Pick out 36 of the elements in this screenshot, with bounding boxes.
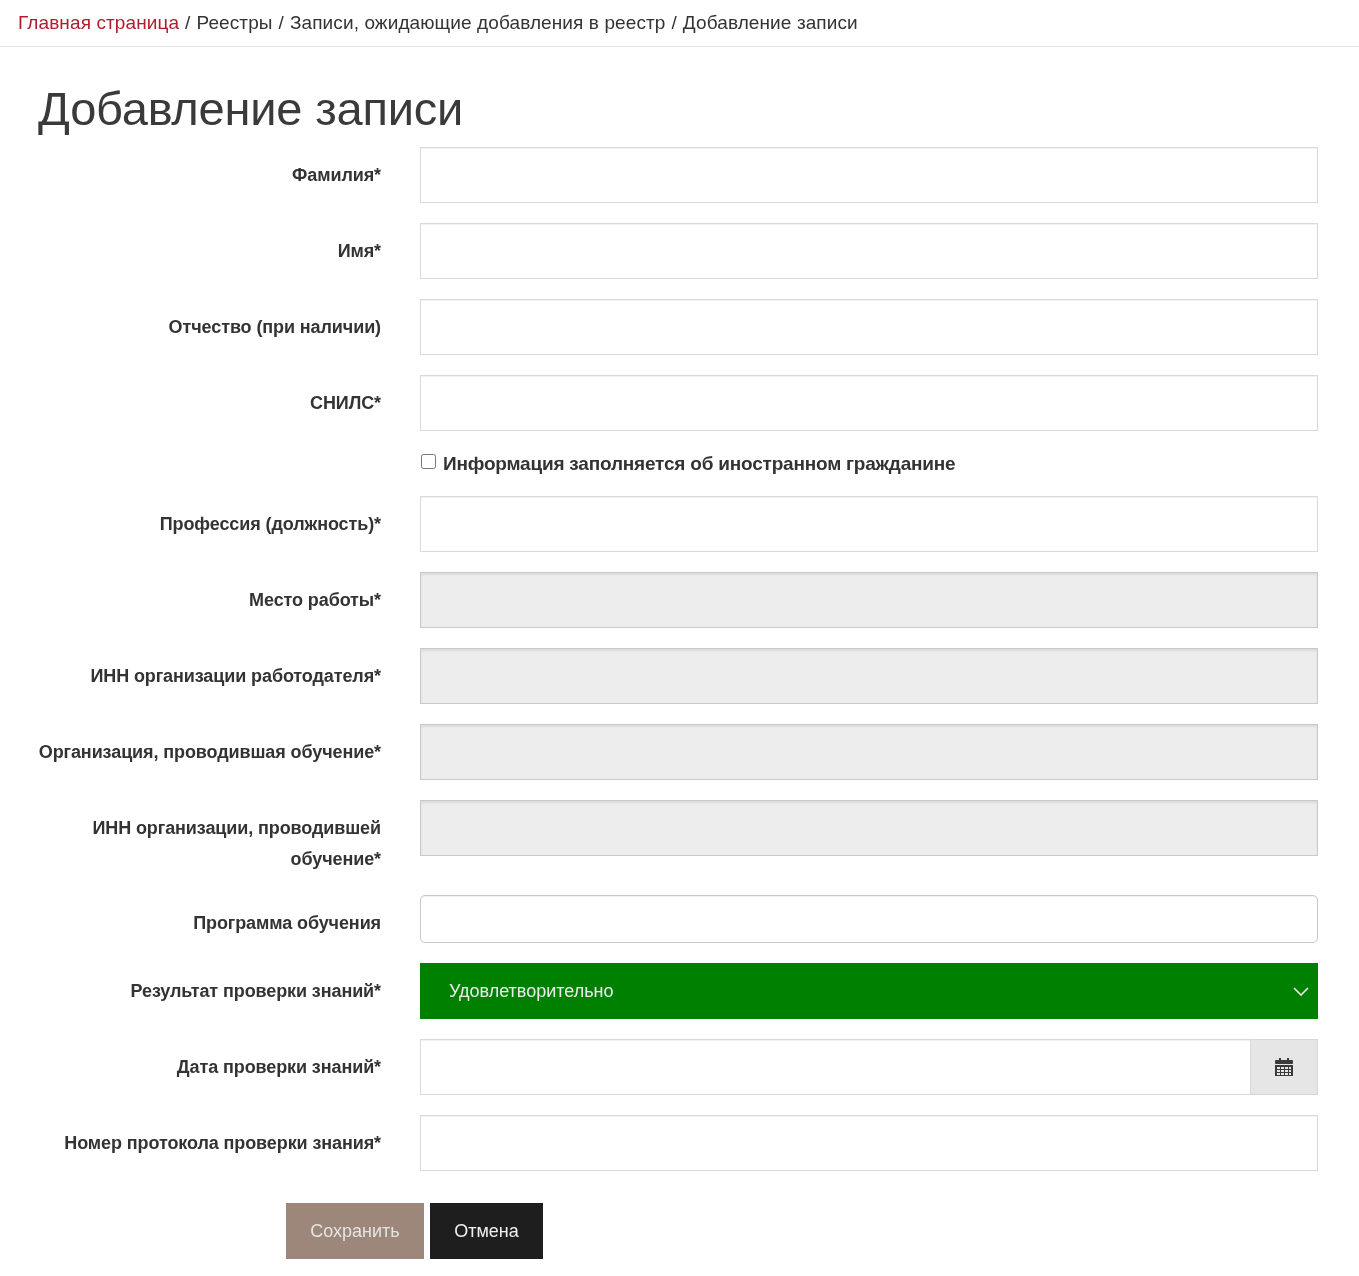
field-label: СНИЛС* [310, 393, 381, 413]
result-select[interactable]: Удовлетворительно [420, 963, 1318, 1019]
breadcrumb-separator: / [278, 12, 284, 34]
breadcrumb-separator: / [671, 12, 677, 34]
page-title: Добавление записи [38, 81, 464, 137]
checkbox-label[interactable]: Информация заполняется об иностранном гражданине [443, 452, 956, 475]
date-field[interactable] [420, 1039, 1251, 1095]
breadcrumb-item: Записи, ожидающие добавления в реестр [290, 12, 666, 34]
field-label: ИНН организации работодателя* [90, 666, 381, 686]
text-field[interactable] [420, 375, 1318, 431]
cancel-button[interactable]: Отмена [430, 1203, 543, 1259]
checkbox[interactable] [421, 454, 436, 469]
text-field[interactable] [420, 1115, 1318, 1171]
field-label: Программа обучения [193, 913, 381, 933]
field-label: Профессия (должность)* [159, 514, 381, 534]
chevron-down-icon [1293, 986, 1309, 996]
field-label: ИНН организации, проводившей обучение* [92, 818, 381, 869]
breadcrumb-item: Добавление записи [682, 12, 858, 34]
text-field[interactable] [420, 223, 1318, 279]
field-label: Организация, проводившая обучение* [38, 742, 381, 762]
text-field[interactable] [420, 496, 1318, 552]
text-field[interactable] [420, 299, 1318, 355]
calendar-button[interactable] [1251, 1039, 1318, 1095]
field-label: Место работы* [249, 590, 381, 610]
calendar-icon [1275, 1058, 1293, 1076]
field-label: Имя* [337, 241, 381, 261]
breadcrumb-item: Реестры [196, 12, 273, 34]
field-label: Результат проверки знаний* [130, 981, 381, 1001]
text-field[interactable] [420, 895, 1318, 943]
breadcrumb-separator: / [185, 12, 191, 34]
field-label: Дата проверки знаний* [176, 1057, 381, 1077]
field-label: Фамилия* [292, 165, 381, 185]
text-field[interactable] [420, 147, 1318, 203]
field-label: Номер протокола проверки знания* [64, 1133, 381, 1153]
field-label: Отчество (при наличии) [168, 317, 381, 337]
breadcrumb-link[interactable]: Главная страница [18, 12, 180, 34]
